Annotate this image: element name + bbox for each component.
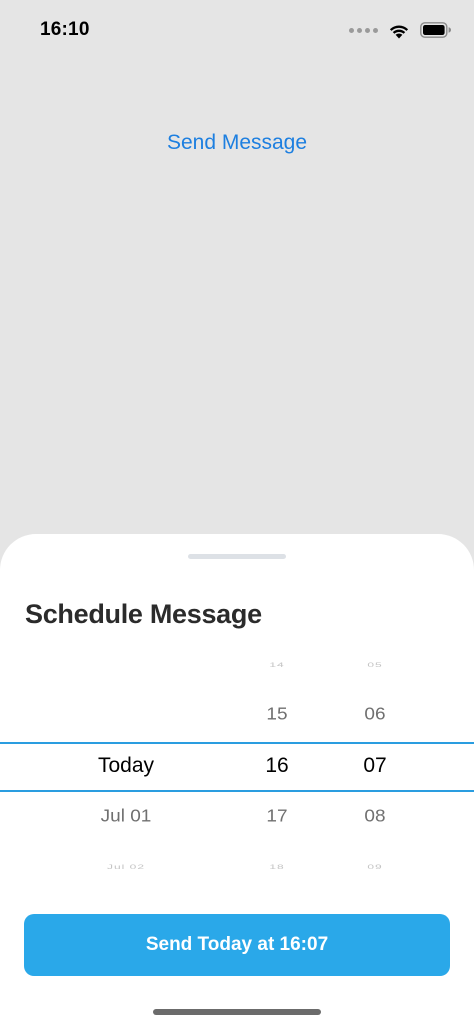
- minute-option[interactable]: 05: [335, 661, 415, 669]
- date-option[interactable]: Jul 01: [38, 807, 214, 827]
- hour-option-selected[interactable]: 16: [237, 754, 317, 778]
- minute-option[interactable]: 09: [335, 863, 415, 871]
- hour-option[interactable]: 15: [237, 705, 317, 725]
- signal-dots-icon: [349, 27, 378, 33]
- wifi-icon: [389, 24, 409, 38]
- send-scheduled-button[interactable]: Send Today at 16:07: [24, 914, 450, 976]
- date-option[interactable]: Jul 02: [38, 863, 214, 871]
- status-icons: [349, 20, 452, 40]
- minute-option[interactable]: 08: [335, 807, 415, 827]
- status-bar: 16:10: [0, 0, 474, 60]
- send-message-button[interactable]: Send Message: [0, 131, 474, 155]
- date-time-picker[interactable]: Today Jul 01 Jul 02 14 15 16 17 18 05 06…: [0, 652, 474, 878]
- hour-option[interactable]: 14: [237, 661, 317, 669]
- minute-column[interactable]: 05 06 07 08 09: [335, 652, 415, 878]
- sheet-title: Schedule Message: [25, 599, 262, 629]
- minute-option-selected[interactable]: 07: [335, 754, 415, 778]
- date-column[interactable]: Today Jul 01 Jul 02: [38, 652, 214, 878]
- status-time: 16:10: [40, 19, 90, 40]
- battery-icon: [420, 22, 451, 38]
- hour-option[interactable]: 17: [237, 807, 317, 827]
- hour-column[interactable]: 14 15 16 17 18: [237, 652, 317, 878]
- sheet-grabber-handle[interactable]: [188, 554, 286, 559]
- schedule-sheet: Schedule Message Today Jul 01 Jul 02 14 …: [0, 534, 474, 1025]
- home-indicator[interactable]: [153, 1009, 321, 1015]
- hour-option[interactable]: 18: [237, 863, 317, 871]
- date-option-selected[interactable]: Today: [38, 754, 214, 778]
- minute-option[interactable]: 06: [335, 705, 415, 725]
